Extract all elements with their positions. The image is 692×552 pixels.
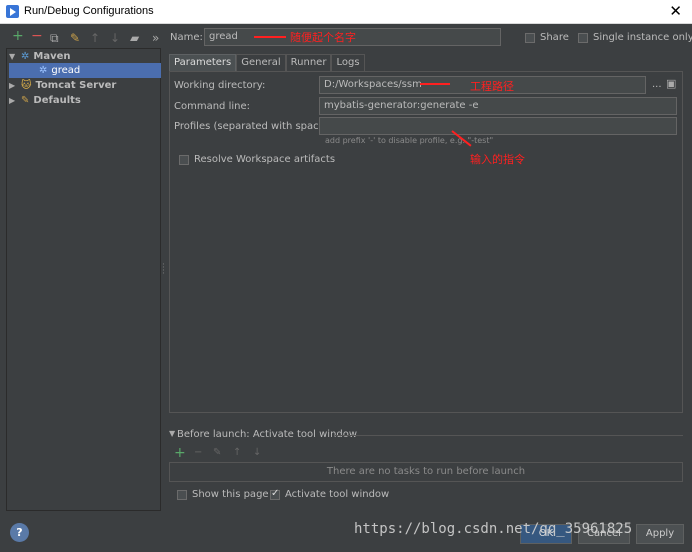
- configuration-tree: [6, 48, 161, 511]
- tab-runner[interactable]: Runner: [285, 54, 332, 71]
- close-icon[interactable]: ✕: [669, 2, 682, 20]
- move-up-icon[interactable]: ↑: [90, 31, 100, 45]
- move-down-icon[interactable]: ↓: [253, 447, 261, 458]
- single-instance-checkbox[interactable]: [578, 33, 588, 43]
- edit-defaults-icon[interactable]: ✎: [70, 31, 80, 45]
- watermark: https://blog.csdn.net/qq_35961825: [354, 521, 633, 537]
- help-button[interactable]: ?: [10, 523, 29, 542]
- add-configuration-button[interactable]: +: [12, 28, 24, 44]
- annotation-arrow: [254, 36, 286, 38]
- app-icon: [6, 5, 19, 18]
- empty-task-message: There are no tasks to run before launch: [326, 466, 526, 477]
- tree-item-tomcat-server[interactable]: ▶ 🐱 Tomcat Server: [9, 78, 161, 93]
- annotation-path: 工程路径: [470, 80, 514, 93]
- tree-item-gread[interactable]: ✲ gread: [9, 63, 161, 78]
- remove-configuration-button[interactable]: −: [31, 28, 43, 44]
- maven-icon: ✲: [21, 51, 30, 62]
- tab-parameters[interactable]: Parameters: [169, 54, 237, 71]
- show-page-label: Show this page: [192, 489, 269, 500]
- tree-item-label: Maven: [33, 51, 71, 62]
- more-icon[interactable]: »: [152, 31, 159, 45]
- share-checkbox[interactable]: [525, 33, 535, 43]
- browse-button[interactable]: ...: [652, 79, 662, 90]
- before-launch-title[interactable]: Before launch: Activate tool window: [177, 429, 357, 440]
- name-label: Name:: [170, 32, 203, 43]
- expand-arrow-icon[interactable]: ▶: [9, 96, 21, 105]
- apply-button[interactable]: Apply: [636, 524, 684, 544]
- annotation-command: 输入的指令: [470, 153, 525, 166]
- before-launch-task-list: There are no tasks to run before launch: [169, 462, 683, 482]
- splitter-handle[interactable]: · · · ·: [162, 261, 165, 279]
- tree-item-label: Tomcat Server: [35, 80, 117, 91]
- annotation-arrow: [420, 83, 450, 85]
- annotation-name: 随便起个名字: [290, 31, 356, 44]
- tab-logs[interactable]: Logs: [331, 54, 365, 71]
- title-bar: Run/Debug Configurations ✕: [0, 0, 692, 24]
- show-page-checkbox[interactable]: [177, 490, 187, 500]
- move-down-icon[interactable]: ↓: [110, 31, 120, 45]
- edit-task-icon[interactable]: ✎: [213, 447, 221, 458]
- folder-icon[interactable]: ▰: [130, 31, 139, 45]
- profiles-field[interactable]: [319, 117, 677, 135]
- defaults-icon: ✎: [21, 95, 30, 106]
- expand-arrow-icon[interactable]: ▼: [9, 52, 21, 61]
- window-title: Run/Debug Configurations: [24, 5, 154, 17]
- single-instance-label: Single instance only: [593, 32, 692, 43]
- tab-bar: Parameters General Runner Logs: [169, 54, 365, 71]
- add-task-button[interactable]: +: [174, 445, 186, 461]
- tomcat-icon: 🐱: [21, 80, 32, 91]
- tab-general[interactable]: General: [236, 54, 286, 71]
- activate-tool-window-checkbox[interactable]: [270, 488, 280, 500]
- resolve-workspace-label: Resolve Workspace artifacts: [194, 154, 336, 165]
- share-label: Share: [540, 32, 569, 43]
- activate-tool-window-label: Activate tool window: [285, 489, 390, 500]
- folder-browse-icon[interactable]: ▣: [666, 77, 676, 90]
- resolve-workspace-checkbox[interactable]: [179, 155, 189, 165]
- remove-task-icon[interactable]: −: [194, 447, 202, 458]
- profiles-label: Profiles (separated with space):: [174, 121, 333, 132]
- expand-arrow-icon[interactable]: ▶: [9, 81, 21, 90]
- tree-item-defaults[interactable]: ▶ ✎ Defaults: [9, 93, 161, 108]
- maven-config-icon: ✲: [39, 65, 48, 76]
- copy-configuration-icon[interactable]: ⧉: [50, 31, 59, 46]
- divider: [335, 435, 683, 436]
- command-line-field[interactable]: mybatis-generator:generate -e: [319, 97, 677, 115]
- collapse-arrow-icon[interactable]: ▼: [169, 429, 175, 438]
- tree-item-label: Defaults: [33, 95, 81, 106]
- command-line-label: Command line:: [174, 101, 250, 112]
- move-up-icon[interactable]: ↑: [233, 447, 241, 458]
- tree-item-label: gread: [51, 65, 81, 76]
- tree-item-maven[interactable]: ▼ ✲ Maven: [9, 49, 161, 64]
- working-directory-label: Working directory:: [174, 80, 266, 91]
